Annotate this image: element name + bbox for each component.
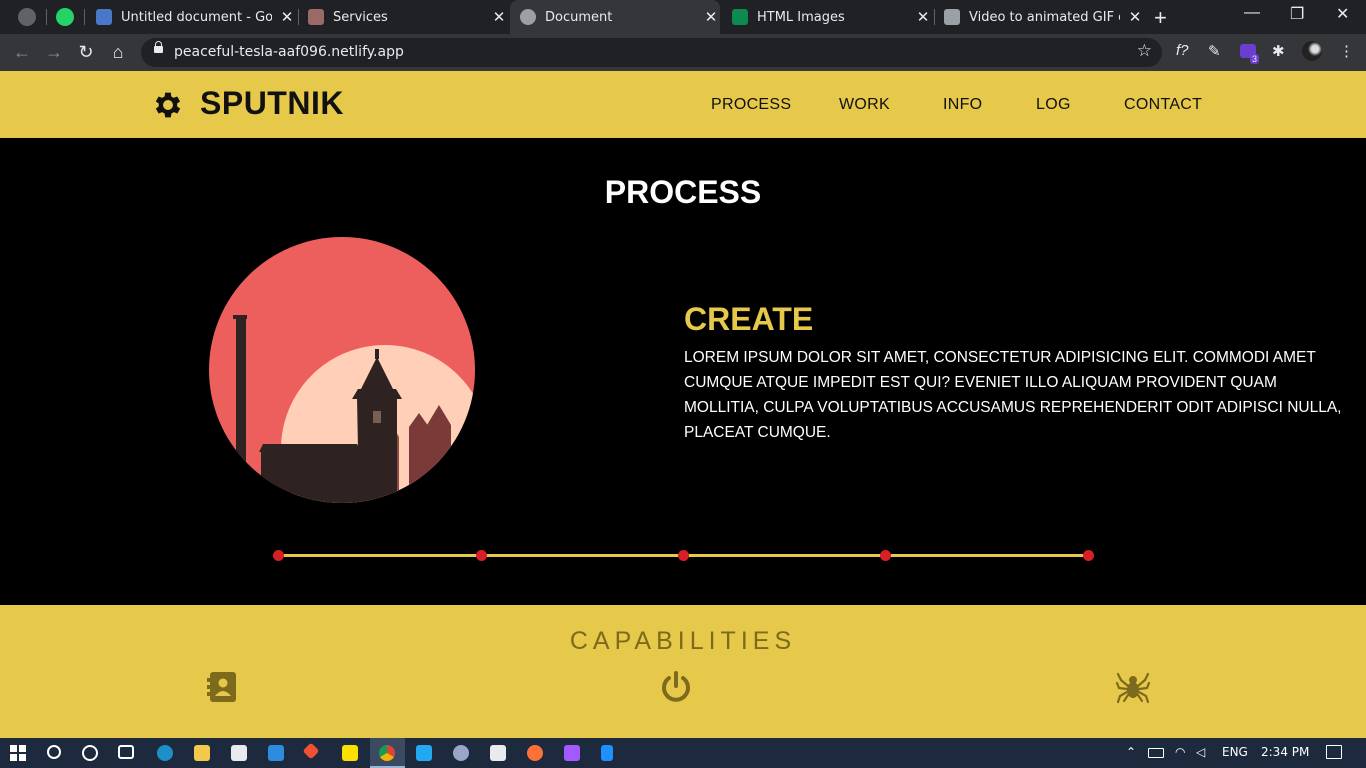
cortana-icon[interactable] [82, 745, 98, 761]
edge-icon[interactable] [157, 745, 173, 761]
paint-icon[interactable] [490, 745, 506, 761]
search-icon[interactable] [47, 745, 61, 759]
chrome-icon [379, 745, 395, 761]
reload-button[interactable]: ↻ [74, 40, 98, 64]
nav-contact[interactable]: CONTACT [1124, 96, 1202, 114]
tab-separator [46, 9, 47, 25]
formula-extension-icon[interactable]: f? [1176, 42, 1189, 59]
bookmark-star-icon[interactable]: ☆ [1137, 41, 1152, 61]
process-heading: PROCESS [604, 174, 762, 210]
capabilities-heading: CAPABILITIES [569, 627, 797, 655]
notifications-icon[interactable] [1326, 745, 1342, 759]
tab-title: Untitled document - Google Docs [121, 9, 272, 25]
step-title: CREATE [684, 301, 814, 337]
tab-separator [84, 9, 85, 25]
minimize-button[interactable]: — [1244, 4, 1260, 22]
google-docs-icon [96, 9, 112, 25]
pen-extension-icon[interactable]: ✎ [1208, 42, 1221, 60]
file-explorer-icon[interactable] [194, 745, 210, 761]
gear-icon[interactable] [151, 88, 185, 122]
close-tab-icon[interactable]: ✕ [278, 8, 296, 26]
lock-icon [154, 41, 163, 53]
close-tab-icon[interactable]: ✕ [1126, 8, 1144, 26]
wifi-icon[interactable]: ◠ [1175, 745, 1185, 759]
pinned-tab-icon[interactable] [18, 8, 36, 26]
git-icon[interactable] [302, 742, 320, 760]
windows-taskbar: ⌃ ◠ ◁ ENG 2:34 PM [0, 738, 1366, 768]
tab-title: HTML Images [757, 9, 845, 25]
profile-avatar[interactable] [1302, 41, 1322, 61]
nav-info[interactable]: INFO [943, 96, 982, 114]
home-button[interactable]: ⌂ [106, 40, 130, 64]
capabilities-section: CAPABILITIES [0, 605, 1366, 738]
power-icon [662, 671, 690, 702]
address-bar[interactable]: peaceful-tesla-aaf096.netlify.app ☆ [141, 38, 1162, 67]
tab-title: Services [333, 9, 388, 25]
new-tab-button[interactable]: + [1154, 5, 1167, 31]
whatsapp-tab-icon[interactable] [56, 8, 74, 26]
puzzle-icon[interactable]: ✱ [1272, 42, 1285, 60]
tab-services[interactable]: Services ✕ [298, 0, 508, 34]
mail-icon[interactable] [268, 745, 284, 761]
nav-process[interactable]: PROCESS [711, 96, 791, 114]
close-tab-icon[interactable]: ✕ [490, 8, 508, 26]
close-tab-icon[interactable]: ✕ [702, 8, 720, 26]
w3schools-icon [732, 9, 748, 25]
services-favicon [308, 9, 324, 25]
tab-title: Video to animated GIF converter [969, 9, 1120, 25]
language-indicator[interactable]: ENG [1222, 745, 1248, 759]
spider-icon [1116, 672, 1150, 704]
timeline-step-5[interactable] [1083, 550, 1094, 561]
nav-work[interactable]: WORK [839, 96, 890, 114]
globe-icon [520, 9, 536, 25]
volume-icon[interactable]: ◁ [1196, 745, 1205, 759]
close-window-button[interactable]: ✕ [1336, 4, 1349, 24]
contact-book-icon [207, 672, 236, 702]
vscode-icon[interactable] [416, 745, 432, 761]
url-text: peaceful-tesla-aaf096.netlify.app [174, 44, 404, 60]
battery-icon[interactable] [1148, 748, 1164, 758]
browser-toolbar: ← → ↻ ⌂ peaceful-tesla-aaf096.netlify.ap… [0, 34, 1366, 71]
firefox-icon[interactable] [527, 745, 543, 761]
ezgif-icon [944, 9, 960, 25]
show-hidden-icons[interactable]: ⌃ [1126, 745, 1136, 759]
site-header: SPUTNIK PROCESS WORK INFO LOG CONTACT [0, 71, 1366, 138]
app-icon[interactable] [453, 745, 469, 761]
extension-badge: 3 [1250, 54, 1260, 64]
tab-html-images[interactable]: HTML Images ✕ [722, 0, 932, 34]
browser-tab-strip: Untitled document - Google Docs ✕ Servic… [0, 0, 1366, 34]
nav-log[interactable]: LOG [1036, 96, 1071, 114]
factory-illustration [209, 237, 475, 503]
store-icon[interactable] [231, 745, 247, 761]
tab-document[interactable]: Document ✕ [510, 0, 720, 34]
close-tab-icon[interactable]: ✕ [914, 8, 932, 26]
brand-name[interactable]: SPUTNIK [200, 85, 344, 122]
back-button[interactable]: ← [10, 40, 34, 64]
tab-title: Document [545, 9, 613, 25]
chrome-taskbar-button[interactable] [370, 738, 405, 768]
timeline-step-1[interactable] [273, 550, 284, 561]
forward-button[interactable]: → [42, 40, 66, 64]
figma-icon[interactable] [564, 745, 580, 761]
tab-untitled-document[interactable]: Untitled document - Google Docs ✕ [86, 0, 296, 34]
task-view-icon[interactable] [118, 745, 134, 759]
windows-start-icon[interactable] [10, 745, 26, 761]
clock[interactable]: 2:34 PM [1261, 745, 1309, 759]
phone-icon[interactable] [601, 745, 613, 761]
maximize-button[interactable]: ❐ [1290, 4, 1304, 24]
process-section: PROCESS CREATE LOREM IPSUM DOLOR SIT AME… [0, 138, 1366, 605]
step-description: LOREM IPSUM DOLOR SIT AMET, CONSECTETUR … [684, 349, 1342, 441]
tab-video-to-gif[interactable]: Video to animated GIF converter ✕ [934, 0, 1144, 34]
timeline-step-2[interactable] [476, 550, 487, 561]
timeline-step-3[interactable] [678, 550, 689, 561]
sticky-notes-icon[interactable] [342, 745, 358, 761]
menu-icon[interactable]: ⋮ [1339, 42, 1354, 60]
timeline-step-4[interactable] [880, 550, 891, 561]
